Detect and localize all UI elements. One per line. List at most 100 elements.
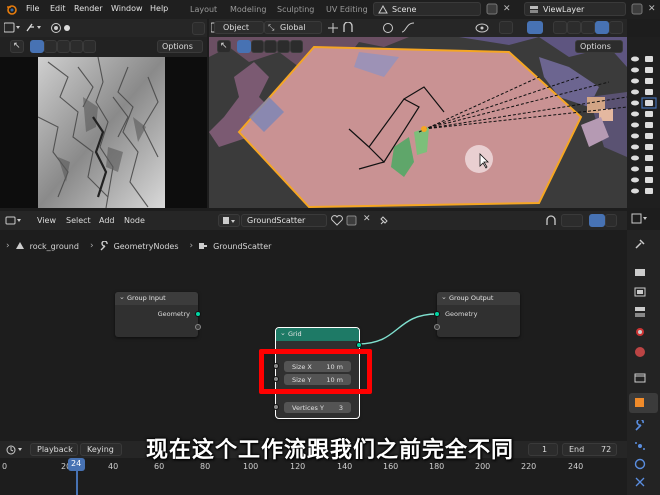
view-pin-icon[interactable]	[25, 22, 43, 33]
select-mode-2[interactable]	[44, 40, 57, 53]
object-tab-active[interactable]	[629, 393, 658, 413]
select-box-tool[interactable]	[30, 40, 44, 53]
mode-selector[interactable]: Object	[214, 21, 264, 34]
viewport-select-3[interactable]	[264, 40, 277, 53]
xray-toggle[interactable]	[553, 21, 567, 34]
pin-icon[interactable]	[379, 215, 389, 226]
image-editor-canvas[interactable]	[0, 57, 207, 208]
select-mode-3[interactable]	[57, 40, 70, 53]
grid-node-header[interactable]: ⌄ Grid	[276, 328, 359, 341]
duplicate-icon[interactable]	[346, 215, 358, 226]
node-overlay-dropdown[interactable]	[605, 214, 617, 227]
shading-material[interactable]	[595, 21, 609, 34]
grid-mesh-output-socket[interactable]	[356, 342, 362, 348]
snap-icon[interactable]	[342, 22, 360, 33]
group-output-empty-socket[interactable]	[434, 324, 440, 330]
image-editor-toolbar: ↖ Options	[0, 37, 207, 57]
overlay-icon[interactable]	[50, 22, 62, 33]
editor-type-icon[interactable]	[4, 22, 20, 33]
group-output-geometry-socket[interactable]	[434, 311, 440, 317]
collection-tab-icon[interactable]	[634, 372, 646, 384]
node-overlay-toggle[interactable]	[589, 214, 605, 227]
viewport-canvas[interactable]	[209, 37, 627, 208]
gizmo-toggle[interactable]	[499, 21, 513, 34]
collapse-arrow-icon[interactable]: ⌄	[119, 293, 125, 301]
select-mode-4[interactable]	[70, 40, 83, 53]
group-input-header[interactable]: ⌄ Group Input	[115, 292, 198, 305]
viewport-select-4[interactable]	[277, 40, 290, 53]
falloff-icon[interactable]	[401, 22, 415, 33]
node-editor-type-icon[interactable]	[5, 215, 23, 226]
group-input-empty-socket[interactable]	[195, 324, 201, 330]
vertices-y-socket[interactable]	[273, 404, 279, 410]
options-label: Options	[162, 42, 193, 51]
unlink-icon[interactable]: ✕	[363, 214, 371, 224]
pivot-icon[interactable]	[327, 22, 339, 33]
copy-scene-icon[interactable]	[486, 3, 498, 15]
menu-add[interactable]: Add	[99, 216, 115, 225]
world-tab-icon[interactable]	[634, 346, 646, 358]
node-tree-field[interactable]: GroundScatter	[241, 214, 327, 227]
node-editor-canvas[interactable]: › rock_ground › GeometryNodes › GroundSc…	[0, 230, 627, 441]
scene-tab-icon[interactable]	[634, 326, 646, 338]
modifier-tab-icon[interactable]	[634, 420, 646, 432]
shading-solid[interactable]	[581, 21, 595, 34]
snap-type-button[interactable]	[561, 214, 583, 227]
tab-sculpting[interactable]: Sculpting	[277, 5, 314, 14]
render-tab-icon[interactable]	[634, 266, 646, 278]
options-button[interactable]: Options	[157, 40, 203, 53]
scene-icon	[378, 5, 388, 14]
fake-user-icon[interactable]	[331, 215, 343, 226]
video-subtitle: 现在这个工作流跟我们之前完全不同	[145, 438, 514, 463]
overlay-toggle[interactable]	[527, 21, 543, 34]
menu-select[interactable]: Select	[66, 216, 91, 225]
scene-selector[interactable]: Scene	[373, 2, 481, 16]
view-layer-selector[interactable]: ViewLayer	[524, 2, 626, 16]
menu-help[interactable]: Help	[150, 4, 168, 13]
menu-file[interactable]: File	[26, 4, 39, 13]
tab-uv-editing[interactable]: UV Editing	[326, 5, 368, 14]
viewport-cursor-tool[interactable]: ↖	[217, 40, 231, 53]
collapse-arrow-icon[interactable]: ⌄	[280, 329, 286, 337]
constraints-tab-icon[interactable]	[634, 476, 646, 488]
delete-scene-icon[interactable]: ✕	[503, 4, 511, 14]
sidebar-toggle[interactable]	[192, 22, 205, 35]
copy-view-layer-icon[interactable]	[631, 3, 643, 15]
shading-rendered[interactable]	[609, 21, 623, 34]
vertices-y-field[interactable]: Vertices Y 3	[284, 402, 351, 413]
cursor-tool[interactable]: ↖	[10, 40, 24, 53]
viewport-select-box[interactable]	[237, 40, 251, 53]
node-tree-type-selector[interactable]	[218, 214, 240, 227]
playhead-line	[76, 471, 78, 495]
group-output-node[interactable]: ⌄ Group Output Geometry	[434, 292, 520, 337]
group-output-header[interactable]: ⌄ Group Output	[437, 292, 520, 305]
output-tab-icon[interactable]	[634, 286, 646, 298]
menu-view[interactable]: View	[37, 216, 56, 225]
collapse-arrow-icon[interactable]: ⌄	[441, 293, 447, 301]
vertices-y-value: 3	[338, 403, 343, 412]
menu-node[interactable]: Node	[124, 216, 145, 225]
menu-render[interactable]: Render	[74, 4, 102, 13]
orientation-selector[interactable]: ⤡ Global	[264, 21, 322, 34]
tab-layout[interactable]: Layout	[190, 5, 217, 14]
proportional-edit-icon[interactable]	[382, 22, 394, 33]
more-icon[interactable]	[64, 22, 74, 33]
group-input-geometry-socket[interactable]	[195, 311, 201, 317]
select-mode-5[interactable]	[83, 40, 96, 53]
delete-view-layer-icon[interactable]: ✕	[648, 4, 656, 14]
properties-editor-icon[interactable]	[631, 213, 649, 224]
blender-logo-icon[interactable]	[6, 4, 17, 15]
menu-edit[interactable]: Edit	[50, 4, 66, 13]
visibility-icon[interactable]	[475, 22, 493, 33]
viewport-select-2[interactable]	[251, 40, 264, 53]
menu-window[interactable]: Window	[111, 4, 143, 13]
viewport-select-5[interactable]	[290, 40, 303, 53]
group-input-node[interactable]: ⌄ Group Input Geometry	[115, 292, 201, 337]
highlight-box	[259, 349, 372, 394]
viewport-options-button[interactable]: Options	[575, 40, 623, 53]
view-layer-tab-icon[interactable]	[634, 306, 646, 318]
tool-tab-icon[interactable]	[634, 238, 646, 250]
shading-wireframe[interactable]	[567, 21, 581, 34]
tab-modeling[interactable]: Modeling	[230, 5, 266, 14]
snap-nodes-icon[interactable]	[545, 215, 557, 226]
